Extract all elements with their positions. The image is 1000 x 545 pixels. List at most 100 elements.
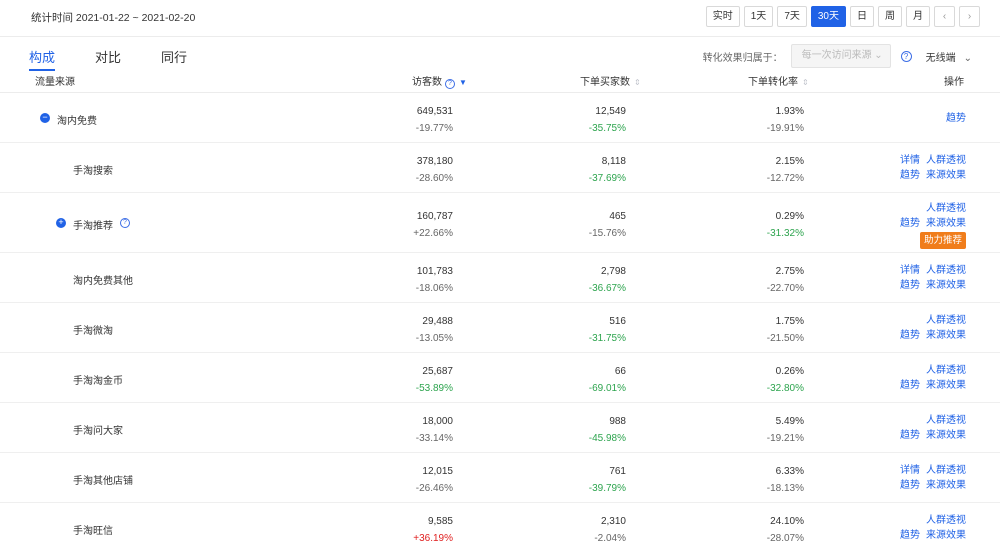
tab-peers[interactable]: 同行 [161,47,187,66]
buyers-cell: 761 -39.79% [506,466,626,494]
conversion-cell: 0.26% -32.80% [684,366,804,394]
visitors-change: -18.06% [415,283,453,294]
stat-date: 统计时间 2021-01-22 ~ 2021-02-20 [31,12,196,24]
source-name: 手淘问大家 [73,426,123,437]
table-row: − 淘内免费 649,531 -19.77% 12,549 -35.75% 1.9… [0,93,1000,143]
trend-link[interactable]: 趋势 [900,170,920,181]
visitors-cell: 29,488 -13.05% [333,316,453,344]
sort-icon[interactable]: ⇕ [634,78,641,87]
table-row: + 手淘推荐? 160,787 +22.66% 465 -15.76% 0.29%… [0,193,1000,253]
conversion-change: -18.13% [766,483,804,494]
source-effect-link[interactable]: 来源效果 [926,218,966,229]
audience-link[interactable]: 人群透视 [926,155,966,166]
help-icon[interactable]: ? [120,218,130,228]
detail-link[interactable]: 详情 [900,155,920,166]
buyers-value: 8,118 [601,156,626,167]
trend-link[interactable]: 趋势 [900,280,920,291]
audience-link[interactable]: 人群透视 [926,465,966,476]
detail-link[interactable]: 详情 [900,265,920,276]
range-week-button[interactable]: 周 [878,6,902,27]
help-icon[interactable]: ? [900,50,912,62]
sort-desc-icon[interactable]: ▼ [459,78,467,87]
audience-link[interactable]: 人群透视 [926,515,966,526]
visitors-change: -53.89% [415,383,453,394]
source-effect-link[interactable]: 来源效果 [926,430,966,441]
buyers-change: -36.67% [588,283,626,294]
visitors-cell: 160,787 +22.66% [333,211,453,239]
tab-compare[interactable]: 对比 [95,47,121,66]
source-effect-link[interactable]: 来源效果 [926,170,966,181]
visitors-change: -28.60% [415,173,453,184]
tab-composition[interactable]: 构成 [29,47,55,66]
audience-link[interactable]: 人群透视 [926,265,966,276]
range-30day-button[interactable]: 30天 [810,6,846,27]
detail-link[interactable]: 详情 [900,465,920,476]
header-buyers[interactable]: 下单买家数 ⇕ [580,73,641,88]
audience-link[interactable]: 人群透视 [926,203,966,214]
row-actions: 详情 人群透视 趋势 来源效果 [894,263,966,293]
conversion-cell: 0.29% -31.32% [684,211,804,239]
trend-link[interactable]: 趋势 [900,530,920,541]
header-visitors[interactable]: 访客数? ▼ [412,73,467,89]
header-visitors-label: 访客数 [412,77,442,88]
visitors-value: 29,488 [422,316,453,327]
trend-link[interactable]: 趋势 [900,430,920,441]
header-buyers-label: 下单买家数 [580,77,630,88]
next-button[interactable]: › [959,6,980,27]
buyers-value: 761 [609,466,626,477]
conversion-change: -19.91% [766,123,804,134]
prev-button[interactable]: ‹ [934,6,955,27]
buyers-change: -37.69% [588,173,626,184]
range-month-button[interactable]: 月 [906,6,930,27]
source-effect-link[interactable]: 来源效果 [926,380,966,391]
range-realtime-button[interactable]: 实时 [705,6,740,27]
source-effect-link[interactable]: 来源效果 [926,330,966,341]
source-effect-link[interactable]: 来源效果 [926,280,966,291]
buyers-value: 66 [614,366,626,377]
buyers-change: -2.04% [594,533,626,544]
audience-link[interactable]: 人群透视 [926,365,966,376]
range-day-button[interactable]: 日 [850,6,874,27]
header-actions: 操作 [944,77,964,88]
trend-link[interactable]: 趋势 [900,480,920,491]
conversion-value: 2.75% [775,266,804,277]
row-actions: 人群透视 趋势 来源效果 [894,513,966,543]
attribution-select[interactable]: 每一次访问来源 ⌄ [790,44,891,68]
table-row: 手淘淘金币 25,687 -53.89% 66 -69.01% 0.26% -3… [0,353,1000,403]
visitors-change: -13.05% [415,333,453,344]
trend-link[interactable]: 趋势 [900,218,920,229]
trend-link[interactable]: 趋势 [900,330,920,341]
conversion-cell: 6.33% -18.13% [684,466,804,494]
conversion-cell: 2.75% -22.70% [684,266,804,294]
source-effect-link[interactable]: 来源效果 [926,530,966,541]
visitors-cell: 12,015 -26.46% [333,466,453,494]
row-actions: 趋势 [940,111,966,126]
trend-link[interactable]: 趋势 [946,113,966,124]
help-icon[interactable]: ? [445,79,455,89]
device-select[interactable]: 无线端 ⌄ [926,49,972,64]
expand-icon[interactable]: + [56,218,66,228]
table-row: 手淘微淘 29,488 -13.05% 516 -31.75% 1.75% -2… [0,303,1000,353]
range-7day-button[interactable]: 7天 [777,6,807,27]
buyers-value: 988 [609,416,626,427]
view-tabs: 构成 对比 同行 [29,47,227,66]
collapse-icon[interactable]: − [40,113,50,123]
table-row: 淘内免费其他 101,783 -18.06% 2,798 -36.67% 2.7… [0,253,1000,303]
source-effect-link[interactable]: 来源效果 [926,480,966,491]
conversion-cell: 2.15% -12.72% [684,156,804,184]
header-source: 流量来源 [35,77,75,88]
header-conversion[interactable]: 下单转化率 ⇕ [748,73,809,88]
visitors-cell: 25,687 -53.89% [333,366,453,394]
range-1day-button[interactable]: 1天 [743,6,774,27]
trend-link[interactable]: 趋势 [900,380,920,391]
boost-recommend-badge[interactable]: 助力推荐 [919,231,966,249]
audience-link[interactable]: 人群透视 [926,315,966,326]
audience-link[interactable]: 人群透视 [926,415,966,426]
conversion-cell: 24.10% -28.07% [684,516,804,544]
conversion-value: 0.26% [775,366,804,377]
conversion-change: -31.32% [766,228,804,239]
sort-icon[interactable]: ⇕ [802,78,809,87]
buyers-cell: 8,118 -37.69% [506,156,626,184]
conversion-change: -22.70% [766,283,804,294]
header-divider [0,36,1000,37]
